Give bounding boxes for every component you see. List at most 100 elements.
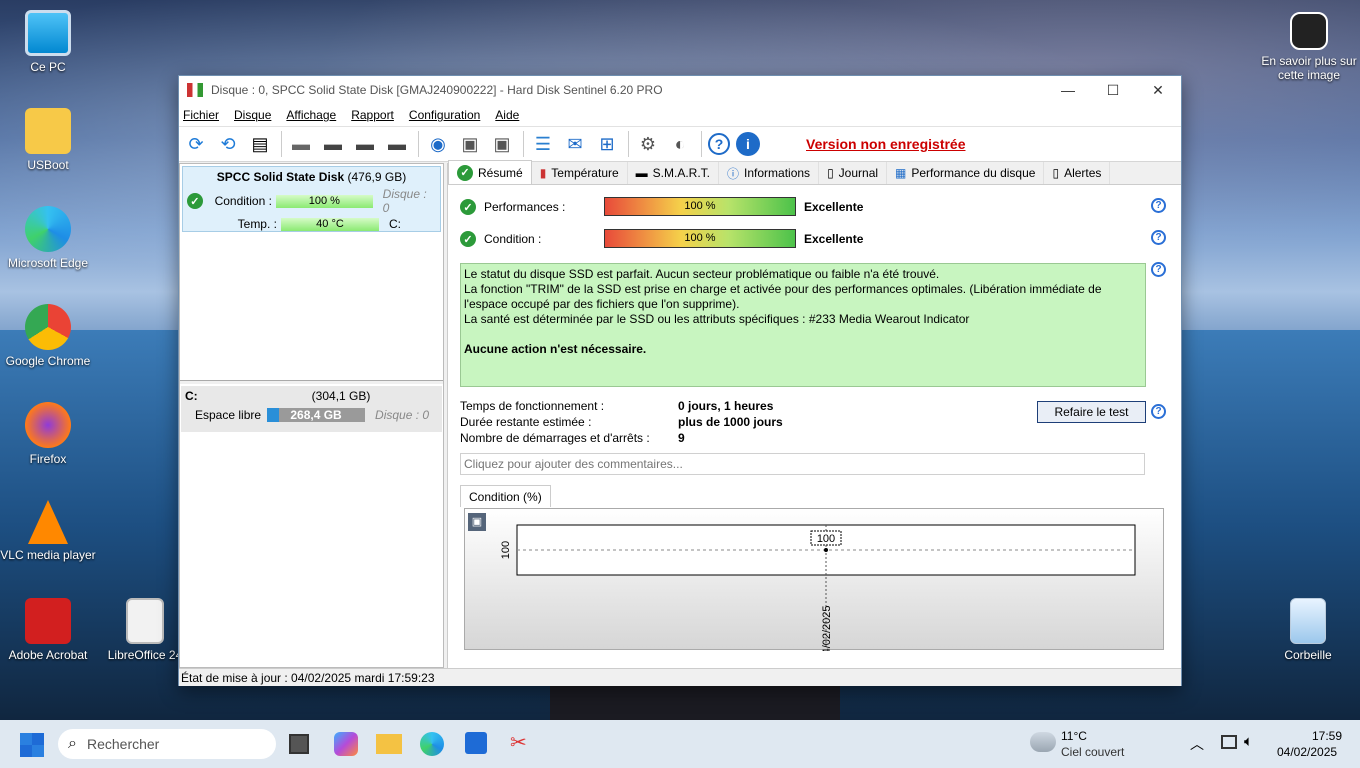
tab-informations[interactable]: ⓘ Informations (719, 162, 820, 184)
retest-button[interactable]: Refaire le test (1037, 401, 1146, 423)
comment-input[interactable] (460, 453, 1145, 475)
thermometer-icon: ▮ (539, 166, 547, 180)
disk-search-icon[interactable]: ▬ (384, 131, 410, 157)
desktop-icon-vlc[interactable]: VLC media player (0, 500, 96, 562)
desktop-icon-edge[interactable]: Microsoft Edge (0, 206, 96, 270)
app-icon (187, 83, 203, 97)
server-icon[interactable]: ▣ (457, 131, 483, 157)
start-icon[interactable] (20, 733, 44, 757)
check-icon: ✓ (457, 164, 473, 181)
tab-temperature[interactable]: ▮ Température (532, 162, 628, 184)
menu-affichage[interactable]: Affichage (286, 108, 336, 122)
volume-card[interactable]: C: (304,1 GB) Espace libre 268,4 GB Disqu… (181, 386, 442, 432)
maximize-button[interactable]: ☐ (1090, 76, 1136, 104)
weather-desc: Ciel couvert (1061, 745, 1125, 759)
condition-bar: 100 % (604, 229, 796, 248)
data-label: 100 (817, 533, 835, 545)
unregistered-link[interactable]: Version non enregistrée (806, 136, 966, 152)
disk-schedule-icon[interactable]: ▬ (320, 131, 346, 157)
disk-list-icon[interactable]: ▤ (247, 131, 273, 157)
chevron-up-icon[interactable]: ︿ (1190, 734, 1204, 754)
help-icon[interactable]: ? (708, 133, 730, 155)
desktop-icon-recycle-bin[interactable]: Corbeille (1260, 598, 1356, 662)
copilot-icon[interactable] (334, 732, 358, 756)
network-report-icon[interactable]: ⊞ (594, 131, 620, 157)
status-action: Aucune action n'est nécessaire. (464, 342, 647, 356)
status-bar: État de mise à jour : 04/02/2025 mardi 1… (179, 668, 1181, 686)
temp-label: Temp. : (237, 217, 277, 231)
backup-icon[interactable]: ▣ (489, 131, 515, 157)
tab-bar: ✓ Résumé ▮ Température ▬ S.M.A.R.T. ⓘ Inform… (448, 160, 1181, 185)
tab-performance[interactable]: ▦ Performance du disque (887, 162, 1045, 184)
condition-bar: 100 % (275, 194, 373, 208)
volume-icon[interactable]: 🔈︎ (1244, 733, 1253, 750)
temp-bar: 40 °C (281, 217, 379, 231)
disk-settings-icon[interactable]: ▬ (288, 131, 314, 157)
document-icon: ▯ (827, 166, 834, 180)
condition-label: Condition : (484, 232, 542, 246)
remaining-label: Durée restante estimée : (460, 415, 592, 429)
snipping-tool-icon[interactable]: ✂ (510, 732, 532, 754)
menu-configuration[interactable]: Configuration (409, 108, 480, 122)
info-icon: ⓘ (727, 166, 740, 181)
help-icon[interactable]: ? (1151, 198, 1166, 213)
hds-window: Disque : 0, SPCC Solid State Disk [GMAJ2… (178, 75, 1182, 686)
disk-test-icon[interactable]: ▬ (352, 131, 378, 157)
store-icon[interactable] (465, 732, 487, 754)
perf-check-icon: ✓ (460, 199, 476, 215)
desktop-icon-acrobat[interactable]: Adobe Acrobat (0, 598, 96, 662)
info-icon[interactable]: i (736, 132, 760, 156)
report-icon[interactable]: ☰ (530, 131, 556, 157)
search-box[interactable]: ⌕ Rechercher (58, 729, 276, 759)
desktop-icon-chrome[interactable]: Google Chrome (0, 304, 96, 368)
condition-check-icon: ✓ (460, 231, 476, 247)
update-status: État de mise à jour : 04/02/2025 mardi 1… (181, 671, 435, 685)
sound-icon[interactable]: ◐ (667, 131, 693, 157)
clock-time[interactable]: 17:59 (1312, 729, 1342, 743)
tab-resume[interactable]: ✓ Résumé (448, 160, 532, 184)
close-button[interactable]: ✕ (1135, 76, 1181, 104)
tab-condition-chart[interactable]: Condition (%) (460, 485, 551, 507)
menu-fichier[interactable]: Fichier (183, 108, 219, 122)
taskbar: ⌕ Rechercher ✂ 11°C Ciel couvert ︿ 🔈︎ 17:… (0, 720, 1360, 768)
help-icon[interactable]: ? (1151, 230, 1166, 245)
data-point (824, 548, 828, 552)
toolbar: ⟳ ⟲ ▤ ▬ ▬ ▬ ▬ ◉ ▣ ▣ ☰ ✉ ⊞ ⚙ ◐ ? i Versio… (179, 126, 1181, 162)
menu-rapport[interactable]: Rapport (351, 108, 394, 122)
acrobat-icon (25, 598, 71, 644)
edge-taskbar-icon[interactable] (420, 732, 444, 756)
refresh-warning-icon[interactable]: ⟲ (215, 131, 241, 157)
disk-size: (476,9 GB) (347, 170, 407, 184)
disk-card[interactable]: SPCC Solid State Disk (476,9 GB) ✓ Condi… (182, 166, 441, 232)
uptime-value: 0 jours, 1 heures (678, 399, 774, 413)
minimize-button[interactable]: — (1045, 76, 1091, 104)
menu-disque[interactable]: Disque (234, 108, 271, 122)
tab-journal[interactable]: ▯ Journal (819, 162, 888, 184)
volume-disk-index: Disque : 0 (375, 408, 430, 422)
help-icon[interactable]: ? (1151, 404, 1166, 419)
desktop-icon-this-pc[interactable]: Ce PC (0, 10, 96, 74)
monitor-icon[interactable] (1221, 735, 1237, 749)
file-explorer-icon[interactable] (376, 734, 402, 754)
weather-icon[interactable] (1030, 732, 1056, 752)
tab-smart[interactable]: ▬ S.M.A.R.T. (628, 162, 720, 184)
menu-aide[interactable]: Aide (495, 108, 519, 122)
refresh-icon[interactable]: ⟳ (183, 131, 209, 157)
help-icon[interactable]: ? (1151, 262, 1166, 277)
condition-label: Condition : (214, 194, 272, 208)
starts-value: 9 (678, 431, 685, 445)
email-icon[interactable]: ✉ (562, 131, 588, 157)
remaining-value: plus de 1000 jours (678, 415, 783, 429)
gear-icon[interactable]: ⚙ (635, 131, 661, 157)
chrome-icon (25, 304, 71, 350)
desktop-icon-usboot[interactable]: USBoot (0, 108, 96, 172)
task-view-icon[interactable] (289, 734, 309, 754)
tab-alertes[interactable]: ▯ Alertes (1044, 162, 1111, 184)
perf-label: Performances : (484, 200, 566, 214)
network-icon[interactable]: ◉ (425, 131, 451, 157)
title-bar[interactable]: Disque : 0, SPCC Solid State Disk [GMAJ2… (179, 76, 1181, 104)
desktop-icon-learn-more[interactable]: En savoir plus sur cette image (1258, 12, 1360, 82)
clock-date[interactable]: 04/02/2025 (1277, 745, 1337, 759)
desktop-icon-firefox[interactable]: Firefox (0, 402, 96, 466)
perf-rating: Excellente (804, 200, 864, 214)
